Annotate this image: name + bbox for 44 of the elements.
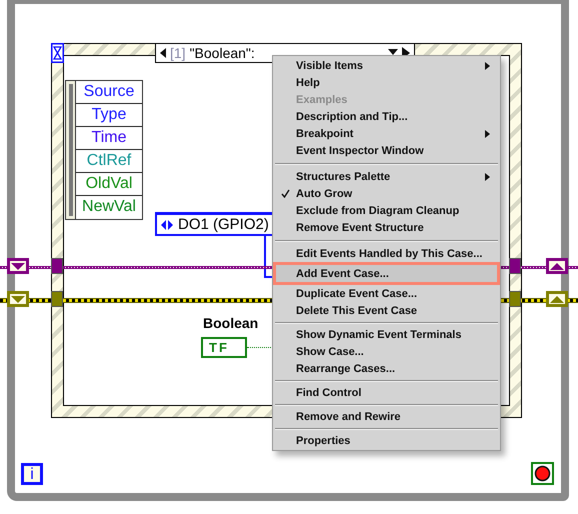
tunnel [51,258,63,274]
case-index: [1] [170,45,186,61]
stop-terminal-icon [531,462,554,485]
menu-item[interactable]: Description and Tip... [275,108,498,125]
menu-item[interactable]: Rearrange Cases... [275,360,498,377]
down-triangle-icon [11,262,25,270]
menu-item[interactable]: Find Control [275,384,498,401]
reference-icon [161,220,173,230]
boolean-terminal: TF [201,337,247,358]
control-label: Boolean [203,315,258,331]
decrement-arrow-icon[interactable] [160,48,166,58]
menu-item[interactable]: Properties [275,432,498,449]
event-data-field: CtlRef [76,150,142,173]
menu-item[interactable]: Auto Grow [275,185,498,202]
menu-item[interactable]: Structures Palette [275,168,498,185]
menu-item[interactable]: Help [275,74,498,91]
menu-item[interactable]: Duplicate Event Case... [275,285,498,302]
menu-item[interactable]: Event Inspector Window [275,142,498,159]
menu-item[interactable]: Remove Event Structure [275,219,498,236]
submenu-arrow-icon [485,62,490,70]
menu-item[interactable]: Breakpoint [275,125,498,142]
menu-item[interactable]: Remove and Rewire [275,408,498,425]
case-label: "Boolean": [190,45,255,61]
event-data-field: Time [76,127,142,150]
event-data-field: Source [76,81,142,104]
menu-item[interactable]: Show Case... [275,343,498,360]
up-triangle-icon [550,262,564,270]
submenu-arrow-icon [485,173,490,181]
menu-item[interactable]: Exclude from Diagram Cleanup [275,202,498,219]
menu-item[interactable]: Show Dynamic Event Terminals [275,326,498,343]
event-data-field: OldVal [76,173,142,196]
event-data-field: Type [76,104,142,127]
down-triangle-icon [11,296,25,302]
menu-item[interactable]: Delete This Event Case [275,302,498,319]
tunnel [509,258,521,274]
tunnel [509,291,521,307]
event-data-field: NewVal [76,196,142,219]
submenu-arrow-icon [485,130,490,138]
menu-item[interactable]: Edit Events Handled by This Case... [275,245,498,262]
iteration-terminal: i [21,463,43,485]
tunnel [51,291,63,307]
property-node-label: DO1 (GPIO2) [178,216,269,233]
up-triangle-icon [550,296,564,302]
menu-item[interactable]: Add Event Case... [273,262,500,285]
